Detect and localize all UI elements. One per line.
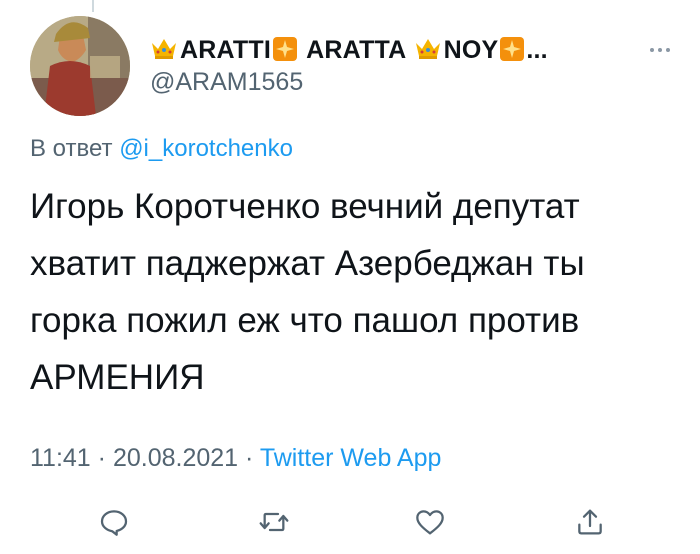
- tweet-meta: 11:41 · 20.08.2021 · Twitter Web App: [30, 444, 441, 473]
- avatar-image: [30, 16, 130, 116]
- share-button[interactable]: [572, 504, 608, 540]
- tweet-text: Игорь Коротченко вечний депутат хватит п…: [30, 187, 585, 397]
- crown-icon: [152, 39, 176, 59]
- sparkle-icon: [273, 37, 297, 61]
- name-ellipsis: ...: [526, 36, 548, 64]
- name-part-3: NOY: [443, 36, 499, 64]
- tweet-time[interactable]: 11:41: [30, 444, 91, 472]
- thread-line: [92, 0, 94, 12]
- crown-icon: [415, 39, 440, 59]
- more-options-button[interactable]: [640, 38, 680, 62]
- name-part-2: ARATTA: [306, 36, 407, 64]
- more-dot: [658, 48, 662, 52]
- display-name[interactable]: ARATTI ARATTA NOY ...: [150, 34, 680, 66]
- reply-context: В ответ @i_korotchenko: [30, 135, 293, 163]
- tweet-header: ARATTI ARATTA NOY ... @ARAM1565: [150, 34, 680, 97]
- tweet-source-link[interactable]: Twitter Web App: [260, 444, 442, 472]
- more-horizontal-icon: [650, 48, 654, 52]
- reply-prefix: В ответ: [30, 135, 113, 162]
- tweet-actions: [0, 500, 700, 544]
- like-button[interactable]: [412, 504, 448, 540]
- reply-icon: [100, 510, 128, 536]
- retweet-button[interactable]: [256, 504, 292, 540]
- reply-mention-link[interactable]: @i_korotchenko: [119, 135, 293, 162]
- more-dot: [666, 48, 670, 52]
- reply-button[interactable]: [96, 504, 132, 540]
- like-icon: [416, 510, 444, 535]
- meta-separator: ·: [238, 444, 260, 472]
- tweet-date[interactable]: 20.08.2021: [113, 444, 238, 472]
- user-handle[interactable]: @ARAM1565: [150, 68, 680, 97]
- meta-separator: ·: [90, 444, 113, 472]
- share-icon: [578, 509, 602, 535]
- avatar[interactable]: [30, 16, 130, 116]
- name-part-1: ARATTI: [180, 36, 271, 64]
- sparkle-icon: [500, 37, 525, 61]
- retweet-icon: [259, 512, 289, 532]
